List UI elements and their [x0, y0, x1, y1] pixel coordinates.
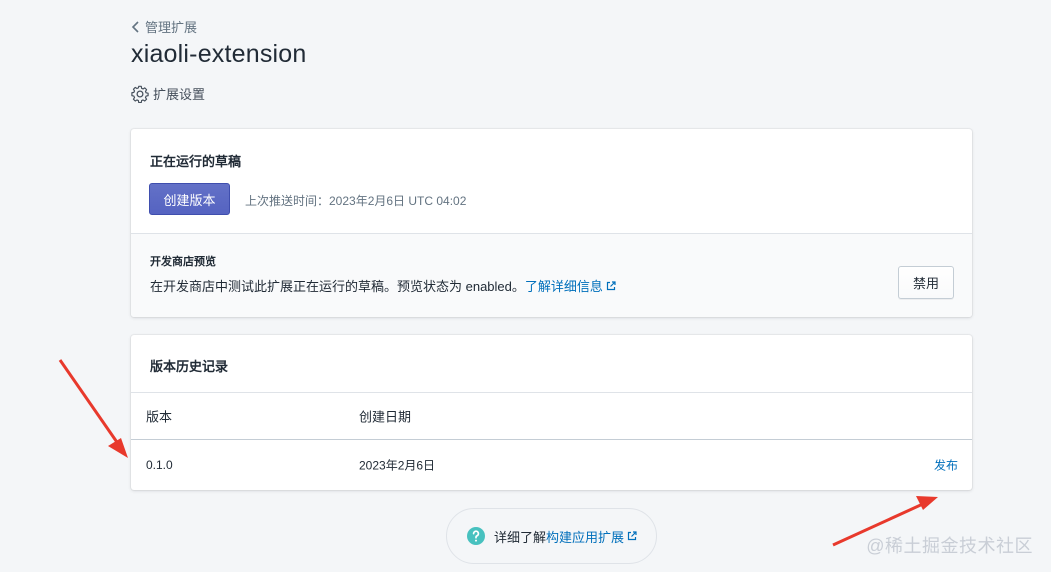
annotation-arrows	[58, 359, 938, 547]
watermark: @稀土掘金技术社区	[866, 536, 1033, 556]
annotation-arrow-left	[58, 359, 128, 458]
